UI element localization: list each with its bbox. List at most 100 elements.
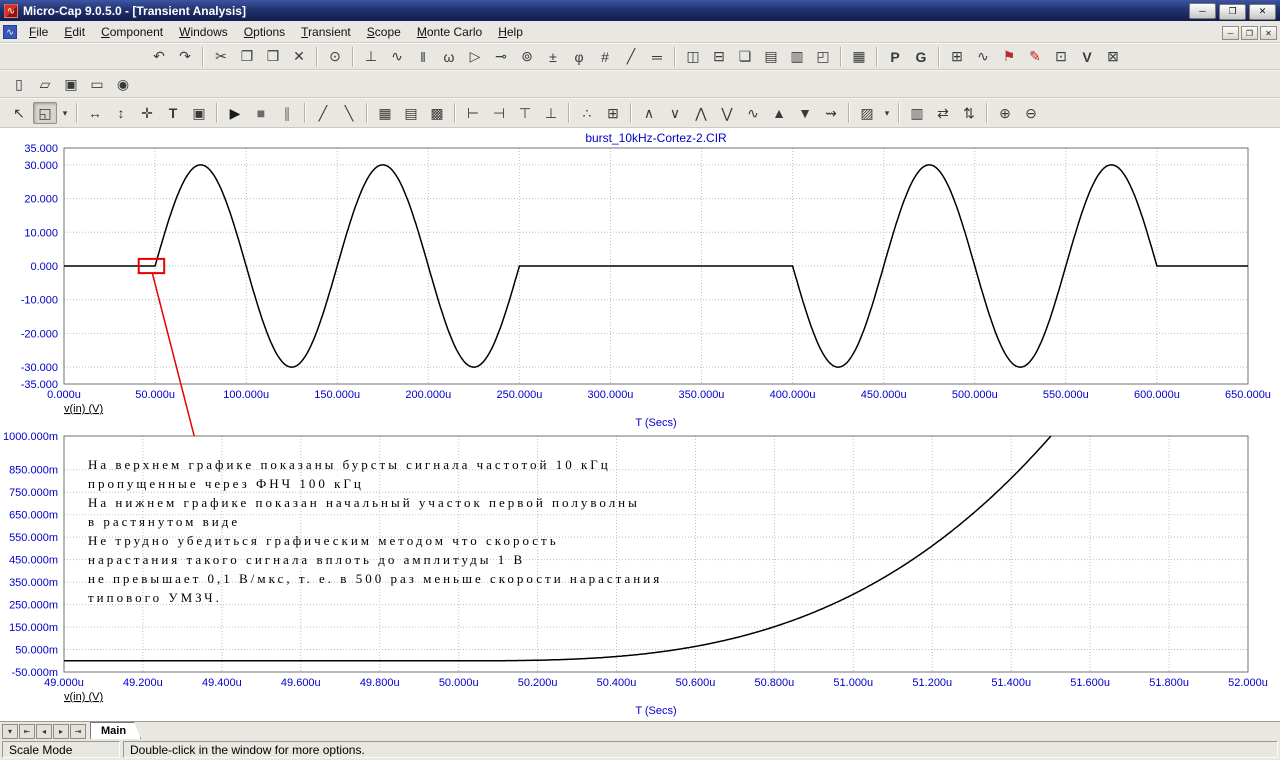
wire-mode-button[interactable]: ╱ — [619, 46, 643, 68]
cursor-bottom-button[interactable]: ⊥ — [539, 102, 563, 124]
node-numbers-button[interactable]: # — [593, 46, 617, 68]
grid-solid-button[interactable]: ▦ — [373, 102, 397, 124]
text-mode-button[interactable]: T — [161, 102, 185, 124]
source-component-button[interactable]: ⊚ — [515, 46, 539, 68]
undo-button[interactable]: ↶ — [147, 46, 171, 68]
capacitor-component-button[interactable]: ‖ — [411, 46, 435, 68]
go-to-branch-button[interactable]: ⇝ — [819, 102, 843, 124]
cursor-right-button[interactable]: ⊣ — [487, 102, 511, 124]
global-high-button[interactable]: ▲ — [767, 102, 791, 124]
menu-scope[interactable]: Scope — [359, 22, 409, 42]
pause-button[interactable]: ∥ — [275, 102, 299, 124]
stepping-button[interactable]: ⊞ — [945, 46, 969, 68]
zoom-out-button[interactable]: ⊖ — [1019, 102, 1043, 124]
vi-plot-button[interactable]: V — [1075, 46, 1099, 68]
restore-button[interactable]: ❐ — [1219, 3, 1246, 20]
menu-edit[interactable]: Edit — [56, 22, 93, 42]
arrange-windows-button[interactable]: ◰ — [811, 46, 835, 68]
mdi-restore-button[interactable]: ❐ — [1241, 26, 1258, 40]
diode-component-button[interactable]: ▷ — [463, 46, 487, 68]
select-mode-button[interactable]: ↖ — [7, 102, 31, 124]
numeric-output-button[interactable]: ▥ — [905, 102, 929, 124]
cursor-left-button[interactable]: ⊢ — [461, 102, 485, 124]
next-inflection-button[interactable]: ∿ — [741, 102, 765, 124]
trace-color-button[interactable]: ▨ — [855, 102, 879, 124]
redo-button[interactable]: ↷ — [173, 46, 197, 68]
horizontal-tag-mode-button[interactable]: ↔ — [83, 102, 107, 124]
menu-windows[interactable]: Windows — [171, 22, 236, 42]
mdi-minimize-button[interactable]: ─ — [1222, 26, 1239, 40]
find-button[interactable]: ⊙ — [323, 46, 347, 68]
phase-component-button[interactable]: φ — [567, 46, 591, 68]
toolbar-separator — [898, 103, 900, 123]
cursor-top-button[interactable]: ⊤ — [513, 102, 537, 124]
global-low-button[interactable]: ▼ — [793, 102, 817, 124]
scale-mode-button[interactable]: ◱ — [33, 102, 57, 124]
go-to-flag-button[interactable]: G — [909, 46, 933, 68]
battery-component-button[interactable]: ± — [541, 46, 565, 68]
tag-mode-button[interactable]: ✛ — [135, 102, 159, 124]
line-mode-button[interactable]: ╱ — [311, 102, 335, 124]
new-file-button[interactable]: ▯ — [7, 73, 31, 95]
tile-vertical-button[interactable]: ▥ — [785, 46, 809, 68]
calculator-button[interactable]: ▦ — [847, 46, 871, 68]
transistor-component-button[interactable]: ⊸ — [489, 46, 513, 68]
plot-panel[interactable]: burst_10kHz-Cortez-2.CIR 35.000 30.000 20.0… — [0, 128, 1280, 721]
scope-window-button[interactable]: ⊡ — [1049, 46, 1073, 68]
minimize-button[interactable]: ─ — [1189, 3, 1216, 20]
menu-component[interactable]: Component — [93, 22, 171, 42]
mdi-close-button[interactable]: ✕ — [1260, 26, 1277, 40]
next-tab-button[interactable]: ▸ — [53, 724, 69, 739]
run-button[interactable]: ▶ — [223, 102, 247, 124]
close-button[interactable]: ✕ — [1249, 3, 1276, 20]
next-valley-button[interactable]: ∨ — [663, 102, 687, 124]
cascade-windows-button[interactable]: ❏ — [733, 46, 757, 68]
menu-transient[interactable]: Transient — [293, 22, 359, 42]
tab-list-button[interactable]: ▾ — [2, 724, 18, 739]
pspice-netlist-button[interactable]: P — [883, 46, 907, 68]
animate-window-button[interactable]: ⊠ — [1101, 46, 1125, 68]
flag-mode-button[interactable]: ⚑ — [997, 46, 1021, 68]
paste-button[interactable]: ❒ — [261, 46, 285, 68]
zoom-in-button[interactable]: ⊕ — [993, 102, 1017, 124]
ground-component-button[interactable]: ⊥ — [359, 46, 383, 68]
token-display-button[interactable]: ⊞ — [601, 102, 625, 124]
color-dropdown-button[interactable]: ▾ — [881, 102, 893, 124]
last-tab-button[interactable]: ⇥ — [70, 724, 86, 739]
cut-button[interactable]: ✂ — [209, 46, 233, 68]
menu-file[interactable]: File — [21, 22, 56, 42]
inductor-component-button[interactable]: ω — [437, 46, 461, 68]
print-preview-button[interactable]: ◉ — [111, 73, 135, 95]
data-points-button[interactable]: ∴ — [575, 102, 599, 124]
grid-horizontal-button[interactable]: ▤ — [399, 102, 423, 124]
first-tab-button[interactable]: ⇤ — [19, 724, 35, 739]
waveform-source-button[interactable]: ∿ — [971, 46, 995, 68]
tile-horizontal-button[interactable]: ▤ — [759, 46, 783, 68]
vertical-tag-mode-button[interactable]: ↕ — [109, 102, 133, 124]
menu-monte-carlo[interactable]: Monte Carlo — [409, 22, 490, 42]
properties-button[interactable]: ▣ — [187, 102, 211, 124]
auto-scale-horizontal-button[interactable]: ⇄ — [931, 102, 955, 124]
split-horizontal-button[interactable]: ◫ — [681, 46, 705, 68]
tab-main[interactable]: Main — [90, 722, 141, 739]
grid-dots-button[interactable]: ▩ — [425, 102, 449, 124]
diagonal-line-mode-button[interactable]: ╲ — [337, 102, 361, 124]
print-button[interactable]: ▭ — [85, 73, 109, 95]
split-vertical-button[interactable]: ⊟ — [707, 46, 731, 68]
copy-button[interactable]: ❐ — [235, 46, 259, 68]
next-peak-button[interactable]: ∧ — [637, 102, 661, 124]
menu-help[interactable]: Help — [490, 22, 531, 42]
probe-pencil-button[interactable]: ✎ — [1023, 46, 1047, 68]
mode-dropdown-button[interactable]: ▾ — [59, 102, 71, 124]
resistor-component-button[interactable]: ∿ — [385, 46, 409, 68]
save-file-button[interactable]: ▣ — [59, 73, 83, 95]
open-file-button[interactable]: ▱ — [33, 73, 57, 95]
next-low-button[interactable]: ⋁ — [715, 102, 739, 124]
auto-scale-vertical-button[interactable]: ⇅ — [957, 102, 981, 124]
prev-tab-button[interactable]: ◂ — [36, 724, 52, 739]
bus-mode-button[interactable]: ═ — [645, 46, 669, 68]
delete-button[interactable]: ✕ — [287, 46, 311, 68]
stop-button[interactable]: ■ — [249, 102, 273, 124]
menu-options[interactable]: Options — [236, 22, 293, 42]
next-high-button[interactable]: ⋀ — [689, 102, 713, 124]
